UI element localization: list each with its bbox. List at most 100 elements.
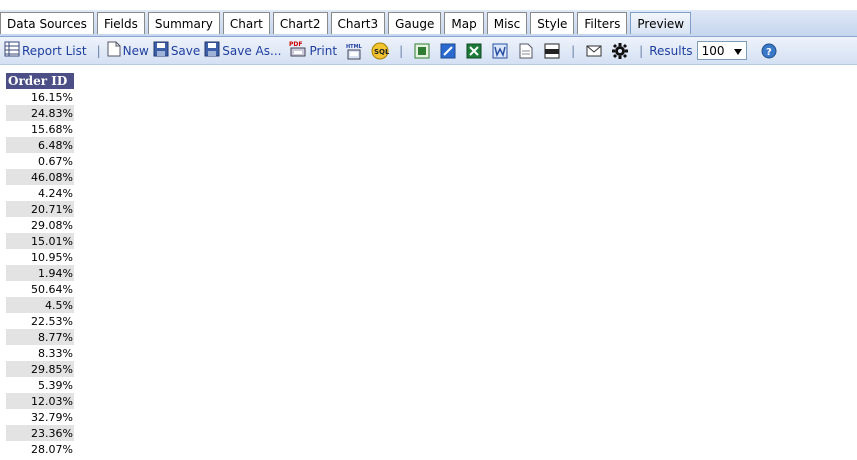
- table-cell: 15.68%: [31, 122, 73, 136]
- results-value: 100: [701, 43, 725, 58]
- table-row: 15.01%: [6, 233, 74, 249]
- save-label: Save: [170, 43, 201, 58]
- table-cell: 16.15%: [31, 90, 73, 104]
- pdf-print-icon: PDF: [289, 40, 307, 61]
- table-row: 10.95%: [6, 249, 74, 265]
- table-cell: 32.79%: [31, 410, 73, 424]
- table-cell: 50.64%: [31, 282, 73, 296]
- sql-icon[interactable]: SQL: [370, 41, 390, 61]
- html-export-icon[interactable]: HTML: [344, 41, 364, 61]
- print-label: Print: [309, 43, 338, 58]
- svg-text:HTML: HTML: [346, 44, 363, 50]
- toolbar-separator: |: [96, 43, 101, 58]
- tab-chart[interactable]: Chart: [222, 12, 270, 34]
- table-row: 8.33%: [6, 345, 74, 361]
- table-cell: 12.03%: [6, 393, 74, 409]
- table-row: 50.64%: [6, 281, 74, 297]
- help-icon[interactable]: ?: [759, 41, 779, 61]
- column-header-order-id[interactable]: Order ID: [6, 73, 74, 89]
- tab-summary[interactable]: Summary: [147, 12, 220, 34]
- rtf-icon[interactable]: [542, 41, 562, 61]
- table-cell: 1.94%: [6, 265, 74, 281]
- tab-fields[interactable]: Fields: [96, 12, 145, 34]
- excel-icon[interactable]: [464, 41, 484, 61]
- table-row: 29.08%: [6, 217, 74, 233]
- tab-preview[interactable]: Preview: [630, 12, 692, 34]
- gear-icon[interactable]: [610, 41, 630, 61]
- table-cell: 29.85%: [6, 361, 74, 377]
- report-list-button[interactable]: Report List: [4, 41, 87, 60]
- table-cell: 0.67%: [38, 154, 73, 168]
- results-label: Results: [649, 43, 693, 58]
- svg-text:?: ?: [766, 47, 772, 58]
- results-table: Order ID 16.15% 24.83% 15.68% 6.48% 0.67…: [6, 73, 74, 457]
- results-select[interactable]: 100: [696, 41, 747, 60]
- tab-gauge[interactable]: Gauge: [388, 12, 442, 34]
- tab-chart3[interactable]: Chart3: [330, 12, 386, 34]
- table-row: 46.08%: [6, 169, 74, 185]
- table-row: 16.15%: [6, 89, 74, 105]
- svg-text:SQL: SQL: [374, 48, 389, 56]
- table-cell: 28.07%: [31, 442, 73, 456]
- table-row: 4.24%: [6, 185, 74, 201]
- table-row: 5.39%: [6, 377, 74, 393]
- table-row: 4.5%: [6, 297, 74, 313]
- new-label: New: [122, 43, 149, 58]
- new-document-icon: [107, 41, 121, 60]
- tab-data-sources[interactable]: Data Sources: [0, 12, 94, 34]
- svg-text:PDF: PDF: [289, 41, 302, 48]
- table-cell: 4.24%: [38, 186, 73, 200]
- table-row: 20.71%: [6, 201, 74, 217]
- table-cell: 20.71%: [6, 201, 74, 217]
- report-list-icon: [4, 41, 20, 60]
- table-row: 28.07%: [6, 441, 74, 457]
- table-cell: 8.77%: [6, 329, 74, 345]
- table-cell: 24.83%: [6, 105, 74, 121]
- table-cell: 10.95%: [31, 250, 73, 264]
- word-icon[interactable]: [490, 41, 510, 61]
- chevron-down-icon: [733, 44, 742, 58]
- table-row: 32.79%: [6, 409, 74, 425]
- toolbar-separator: |: [571, 43, 576, 58]
- table-cell: 46.08%: [6, 169, 74, 185]
- table-cell: 6.48%: [6, 137, 74, 153]
- table-cell: 22.53%: [31, 314, 73, 328]
- tab-filters[interactable]: Filters: [577, 12, 628, 34]
- toolbar-separator: |: [399, 43, 404, 58]
- tab-style[interactable]: Style: [530, 12, 575, 34]
- edit-icon[interactable]: [438, 41, 458, 61]
- tab-map[interactable]: Map: [444, 12, 484, 34]
- save-as-disk-icon: [204, 41, 220, 60]
- table-cell: 4.5%: [6, 297, 74, 313]
- table-row: 12.03%: [6, 393, 74, 409]
- print-button[interactable]: PDF Print: [289, 40, 337, 61]
- toolbar: Report List | New Save Save As... PDF Pr…: [0, 37, 857, 65]
- text-document-icon[interactable]: [516, 41, 536, 61]
- toolbar-separator: |: [639, 43, 644, 58]
- report-list-label: Report List: [22, 43, 87, 58]
- excel-export-icon[interactable]: [412, 41, 432, 61]
- tabs: Data Sources Fields Summary Chart Chart2…: [0, 12, 692, 34]
- table-row: 0.67%: [6, 153, 74, 169]
- tab-bar: Data Sources Fields Summary Chart Chart2…: [0, 0, 857, 37]
- tab-chart2[interactable]: Chart2: [272, 12, 328, 34]
- table-cell: 15.01%: [6, 233, 74, 249]
- table-row: 29.85%: [6, 361, 74, 377]
- table-cell: 5.39%: [38, 378, 73, 392]
- table-row: 6.48%: [6, 137, 74, 153]
- table-row: 1.94%: [6, 265, 74, 281]
- table-row: 15.68%: [6, 121, 74, 137]
- table-cell: 8.33%: [38, 346, 73, 360]
- table-cell: 23.36%: [6, 425, 74, 441]
- save-disk-icon: [153, 41, 169, 60]
- table-row: 24.83%: [6, 105, 74, 121]
- new-button[interactable]: New: [107, 41, 149, 60]
- table-cell: 29.08%: [31, 218, 73, 232]
- save-button[interactable]: Save: [153, 41, 200, 60]
- email-icon[interactable]: [584, 41, 604, 61]
- save-as-label: Save As...: [222, 43, 282, 58]
- table-row: 23.36%: [6, 425, 74, 441]
- tab-misc[interactable]: Misc: [486, 12, 528, 34]
- table-row: 22.53%: [6, 313, 74, 329]
- save-as-button[interactable]: Save As...: [204, 41, 281, 60]
